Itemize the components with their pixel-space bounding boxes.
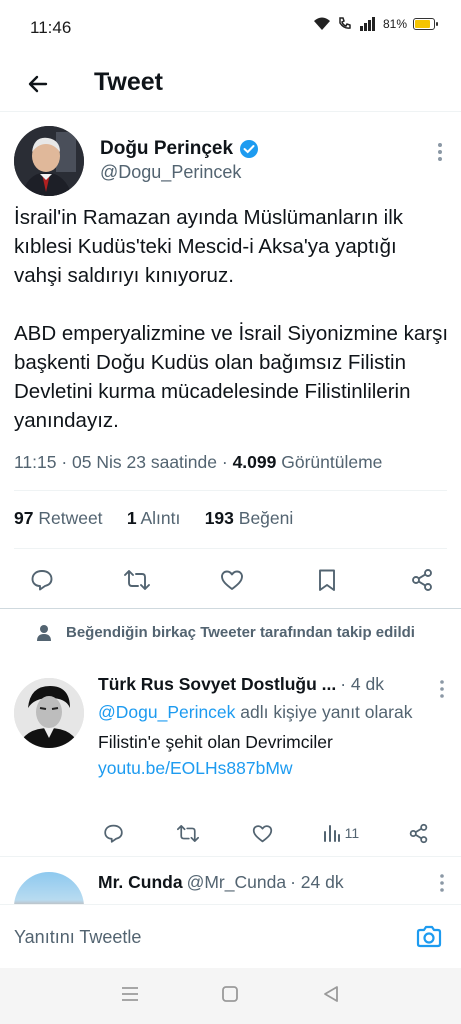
camera-button[interactable]	[413, 921, 445, 953]
status-bar: 11:46 81%	[0, 0, 461, 56]
home-button[interactable]	[221, 985, 239, 1008]
wifi-calling-icon	[339, 17, 351, 29]
reply-header: Türk Rus Sovyet Dostluğu ... · 4 dk	[98, 674, 438, 695]
reply-button[interactable]	[24, 562, 60, 598]
avatar[interactable]	[14, 126, 84, 196]
views-button[interactable]: 11	[323, 824, 360, 842]
camera-icon	[416, 925, 442, 948]
reply-author-name[interactable]: Türk Rus Sovyet Dostluğu ...	[98, 674, 336, 695]
reply-header: Mr. Cunda @Mr_Cunda · 24 dk	[98, 872, 344, 893]
signal-icon	[359, 17, 375, 31]
person-icon	[37, 625, 51, 641]
share-icon	[412, 569, 432, 591]
reply-text: Filistin'e şehit olan Devrimciler youtu.…	[98, 729, 438, 781]
like-button[interactable]	[248, 818, 278, 848]
reply-icon	[103, 824, 123, 843]
bookmark-button[interactable]	[309, 562, 345, 598]
status-time: 11:46	[30, 18, 72, 37]
retweet-icon	[176, 824, 199, 842]
system-nav-bar	[0, 968, 461, 1024]
share-icon	[410, 823, 428, 843]
more-options-button[interactable]	[430, 140, 450, 164]
divider	[14, 490, 447, 491]
heart-icon	[221, 570, 243, 590]
retweet-icon	[124, 570, 150, 590]
reply-icon	[31, 570, 53, 591]
tweet-paragraph: ABD emperyalizmine ve İsrail Siyonizmine…	[14, 322, 449, 432]
reply-link[interactable]: youtu.be/EOLHs887bMw	[98, 755, 438, 781]
more-vertical-icon	[440, 874, 444, 892]
divider	[0, 856, 461, 857]
heart-icon	[253, 824, 273, 842]
reply-author-name[interactable]: Mr. Cunda	[98, 872, 183, 893]
more-options-button[interactable]	[434, 872, 450, 899]
tweet-meta: 11:15 · 05 Nis 23 saatinde · 4.099 Görün…	[14, 452, 382, 473]
back-nav-button[interactable]	[322, 985, 340, 1008]
tweet-timestamp[interactable]: 11:15 · 05 Nis 23 saatinde ·	[14, 452, 233, 472]
divider	[14, 548, 447, 549]
retweet-button[interactable]	[119, 562, 155, 598]
reply-composer[interactable]: Yanıtını Tweetle	[0, 904, 461, 968]
views-label: Görüntüleme	[276, 452, 383, 472]
social-context: Beğendiğin birkaç Tweeter tarafından tak…	[37, 622, 446, 644]
avatar[interactable]	[14, 872, 84, 904]
avatar[interactable]	[14, 678, 84, 748]
replying-to: @Dogu_Perincek adlı kişiye yanıt olarak	[98, 702, 413, 722]
like-button[interactable]	[214, 562, 250, 598]
tweet-stats: 97 Retweet 1 Alıntı 193 Beğeni	[14, 508, 293, 529]
retweet-stat[interactable]: 97 Retweet	[14, 508, 103, 528]
reply-handle: @Mr_Cunda	[186, 872, 287, 892]
back-button[interactable]	[20, 66, 56, 102]
share-button[interactable]	[404, 562, 440, 598]
tweet-actions	[24, 560, 440, 600]
top-app-bar: Tweet	[0, 56, 461, 112]
status-icons: 81%	[313, 16, 438, 32]
battery-icon	[413, 18, 438, 30]
home-square-icon	[222, 985, 239, 1002]
like-stat[interactable]: 193 Beğeni	[205, 508, 294, 528]
bookmark-icon	[319, 569, 335, 591]
tweet-author: Doğu Perinçek @Dogu_Perincek	[14, 126, 454, 198]
reply-time: · 4 dk	[340, 674, 385, 694]
reply-button[interactable]	[98, 818, 128, 848]
reply-input[interactable]: Yanıtını Tweetle	[14, 927, 141, 948]
verified-badge-icon	[240, 140, 259, 158]
reply-actions: 11	[98, 818, 434, 848]
divider	[0, 608, 461, 609]
reply-body: Türk Rus Sovyet Dostluğu ... · 4 dk @Dog…	[98, 674, 438, 781]
quote-stat[interactable]: 1 Alıntı	[127, 508, 181, 528]
retweet-button[interactable]	[173, 818, 203, 848]
back-triangle-icon	[323, 985, 338, 1002]
more-vertical-icon	[440, 680, 444, 698]
more-options-button[interactable]	[434, 678, 450, 705]
reply-tweet[interactable]: Mr. Cunda @Mr_Cunda · 24 dk	[14, 868, 454, 904]
wifi-icon	[313, 17, 330, 30]
recent-apps-button[interactable]	[121, 986, 139, 1007]
menu-icon	[122, 986, 139, 1001]
author-handle[interactable]: @Dogu_Perincek	[100, 162, 241, 183]
arrow-left-icon	[28, 75, 48, 93]
views-count: 11	[344, 825, 360, 841]
tweet-paragraph: İsrail'in Ramazan ayında Müslümanların i…	[14, 206, 404, 287]
page-title: Tweet	[94, 68, 163, 96]
reply-time: · 24 dk	[290, 872, 344, 892]
more-vertical-icon	[438, 143, 442, 161]
author-name[interactable]: Doğu Perinçek	[100, 138, 259, 160]
reply-to-handle[interactable]: @Dogu_Perincek	[98, 702, 235, 722]
analytics-icon	[323, 825, 340, 842]
tweet-text: İsrail'in Ramazan ayında Müslümanların i…	[14, 203, 450, 464]
views-count: 4.099	[232, 452, 277, 472]
battery-percent: 81%	[382, 17, 407, 31]
share-button[interactable]	[404, 818, 434, 848]
